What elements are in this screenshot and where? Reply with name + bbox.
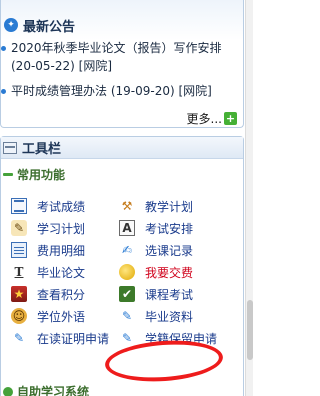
function-item[interactable]: ☺ 学位外语 — [11, 308, 119, 325]
function-row: ✎ 学习计划 A 考试安排 — [11, 217, 243, 239]
function-label[interactable]: 在读证明申请 — [37, 330, 109, 347]
notice-icon: ✦ — [4, 18, 18, 32]
toolbar-title: 工具栏 — [22, 142, 62, 157]
toolbar-panel: 工具栏 常用功能 考试成绩 ⚒ 教学计划 ✎ 学习计划 A 考试安排 费用明细 … — [0, 136, 244, 396]
function-item[interactable]: ✎ 学习计划 — [11, 220, 119, 237]
course-selection-icon: ✍ — [121, 243, 133, 257]
notice-item-text[interactable]: 2020年秋季毕业论文（报告）写作安排(20-05-22) — [11, 41, 222, 73]
notice-item[interactable]: 平时成绩管理办法 (19-09-20) [网院] — [1, 82, 243, 100]
notice-panel: ✦ 最新公告 2020年秋季毕业论文（报告）写作安排(20-05-22) [网院… — [0, 0, 244, 128]
function-row: T 毕业论文 我要交费 — [11, 261, 243, 283]
function-item[interactable]: ✍ 选课记录 — [119, 242, 227, 259]
function-label[interactable]: 学习计划 — [37, 220, 85, 237]
function-row: ☺ 学位外语 ✎ 毕业资料 — [11, 305, 243, 327]
function-label[interactable]: 毕业资料 — [145, 308, 193, 325]
function-label[interactable]: 教学计划 — [145, 198, 193, 215]
function-item[interactable]: ⚒ 教学计划 — [119, 198, 227, 215]
degree-language-icon: ☺ — [11, 308, 27, 324]
function-item[interactable]: ✎ 在读证明申请 — [11, 330, 119, 347]
function-label[interactable]: 费用明细 — [37, 242, 85, 259]
thesis-icon: T — [14, 265, 24, 279]
function-item[interactable]: 我要交费 — [119, 264, 227, 281]
function-label[interactable]: 查看积分 — [37, 286, 85, 303]
status-reserve-icon: ✎ — [121, 331, 133, 345]
function-row: 考试成绩 ⚒ 教学计划 — [11, 195, 243, 217]
notice-item-source: [网院] — [178, 84, 212, 98]
expand-icon[interactable] — [3, 386, 13, 396]
study-plan-icon: ✎ — [11, 220, 27, 236]
function-label[interactable]: 考试安排 — [145, 220, 193, 237]
points-icon: ★ — [11, 286, 27, 302]
function-item[interactable]: 考试成绩 — [11, 198, 119, 215]
function-item[interactable]: ✔ 课程考试 — [119, 286, 227, 303]
section-title: 自助学习系统 — [17, 385, 90, 396]
common-functions-header[interactable]: 常用功能 — [3, 165, 243, 183]
plus-icon[interactable]: + — [224, 112, 237, 125]
pay-fee-icon — [119, 264, 135, 280]
function-label[interactable]: 考试成绩 — [37, 198, 85, 215]
more-label[interactable]: 更多... — [187, 110, 222, 127]
toolbar-header: 工具栏 — [1, 137, 243, 159]
graduation-docs-icon: ✎ — [121, 309, 133, 323]
teaching-plan-icon: ⚒ — [121, 199, 133, 213]
notice-item[interactable]: 2020年秋季毕业论文（报告）写作安排(20-05-22) [网院] — [1, 39, 243, 75]
more-link[interactable]: 更多... + — [187, 110, 237, 127]
scrollbar[interactable] — [245, 0, 253, 396]
notice-item-source: [网院] — [78, 59, 113, 73]
scrollbar-thumb[interactable] — [247, 300, 253, 360]
notice-header: ✦ 最新公告 — [1, 13, 243, 37]
function-item[interactable]: 费用明细 — [11, 242, 119, 259]
notice-item-text[interactable]: 平时成绩管理办法 (19-09-20) — [11, 84, 175, 98]
function-label[interactable]: 我要交费 — [145, 264, 193, 281]
grades-icon — [11, 198, 27, 214]
function-item[interactable]: ✎ 毕业资料 — [119, 308, 227, 325]
course-exam-icon: ✔ — [119, 286, 135, 302]
enrollment-cert-icon: ✎ — [13, 331, 25, 345]
fee-details-icon — [11, 242, 27, 258]
function-item[interactable]: ★ 查看积分 — [11, 286, 119, 303]
notice-list: 2020年秋季毕业论文（报告）写作安排(20-05-22) [网院] 平时成绩管… — [1, 37, 243, 100]
collapse-icon[interactable] — [3, 172, 13, 176]
section-title: 常用功能 — [17, 167, 66, 182]
function-label[interactable]: 课程考试 — [145, 286, 193, 303]
function-item[interactable]: T 毕业论文 — [11, 264, 119, 281]
function-label[interactable]: 学位外语 — [37, 308, 85, 325]
function-item[interactable]: A 考试安排 — [119, 220, 227, 237]
function-label[interactable]: 选课记录 — [145, 242, 193, 259]
function-row: ★ 查看积分 ✔ 课程考试 — [11, 283, 243, 305]
notice-title: 最新公告 — [23, 19, 76, 35]
self-study-header[interactable]: 自助学习系统 — [3, 383, 89, 396]
exam-schedule-icon: A — [119, 220, 135, 236]
function-row: 费用明细 ✍ 选课记录 — [11, 239, 243, 261]
function-label[interactable]: 毕业论文 — [37, 264, 85, 281]
function-grid: 考试成绩 ⚒ 教学计划 ✎ 学习计划 A 考试安排 费用明细 ✍ 选课记录 T … — [11, 195, 243, 349]
toolbar-icon — [3, 141, 17, 154]
